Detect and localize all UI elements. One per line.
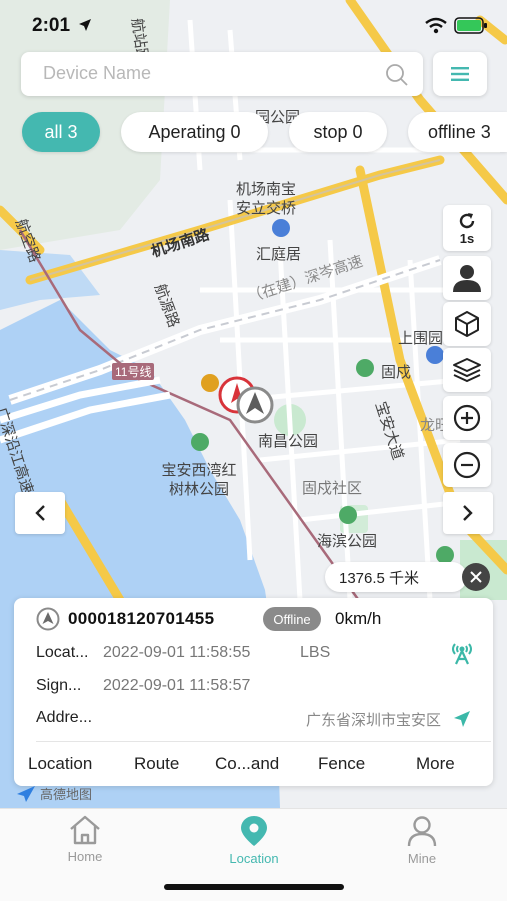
action-more[interactable]: More [416,754,455,774]
map-label: 固戍 [381,364,412,381]
map-layers-button[interactable] [443,348,491,392]
tab-home[interactable]: Home [30,815,140,864]
device-speed: 0km/h [335,609,382,628]
location-label: Locat... [36,644,89,661]
search-bar [21,52,423,96]
map-label: 机场南宝 [236,181,297,198]
address-value: 广东省深圳市宝安区 [306,712,442,729]
location-type: LBS [300,644,331,661]
map-label: 南昌公园 [258,433,319,450]
filter-offline[interactable]: offline 3 [408,112,507,152]
status-time: 2:01 [32,15,71,36]
search-input[interactable] [41,62,385,85]
location-pin-icon [241,816,267,846]
chevron-left-icon [35,505,45,521]
menu-icon [451,67,469,81]
tab-location[interactable]: Location [199,815,309,866]
map-label: 海滨公园 [317,533,378,550]
location-time: 2022-09-01 11:58:55 [103,644,251,661]
user-icon [407,816,437,847]
person-button[interactable] [443,256,491,300]
amap-logo-icon [17,785,35,802]
refresh-button[interactable]: 1s [443,205,491,251]
metro-line-label: 11号线 [112,363,155,380]
map-label: 汇庭居 [256,246,302,263]
chevron-right-icon [463,505,473,521]
wifi-icon [425,17,447,34]
zoom-in-icon [453,404,481,432]
zoom-out-icon [453,451,481,479]
close-icon [470,571,482,583]
tab-mine-label: Mine [407,851,437,866]
action-command[interactable]: Co...and [215,754,279,774]
home-indicator [164,884,344,890]
zoom-in-button[interactable] [443,396,491,440]
next-device-button[interactable] [443,492,493,534]
zoom-out-button[interactable] [443,443,491,487]
action-route[interactable]: Route [134,754,179,774]
home-icon [70,815,100,845]
battery-icon [454,17,487,34]
marker-gas-icon [201,374,219,392]
map-logo-text: 高德地图 [40,787,93,802]
search-icon[interactable] [385,63,409,87]
layers-icon [453,358,481,383]
tab-location-label: Location [229,851,279,866]
signal-time: 2022-09-01 11:58:57 [103,677,251,694]
map-logo: 高德地图 [16,784,92,803]
menu-button[interactable] [433,52,487,96]
map-scale: 1376.5 千米 [325,562,467,592]
close-scale-button[interactable] [462,563,490,591]
filter-all[interactable]: all 3 [22,112,100,152]
signal-tower-icon[interactable] [449,640,475,666]
action-location[interactable]: Location [28,754,92,774]
map-label: 固戍社区 [302,480,363,497]
person-icon [453,265,481,292]
action-fence[interactable]: Fence [318,754,365,774]
map-label: 宝安西湾红树林公园 [161,462,237,498]
refresh-icon [459,212,475,228]
map-label: 上围园 [398,330,444,347]
tab-home-label: Home [67,849,103,864]
cube-icon [455,311,479,337]
filter-stop[interactable]: stop 0 [289,112,387,152]
status-badge: Offline [263,607,321,631]
3d-view-button[interactable] [443,302,491,346]
prev-device-button[interactable] [15,492,65,534]
signal-label: Sign... [36,677,82,694]
address-label: Addre... [36,709,93,726]
card-divider [36,741,491,742]
refresh-interval: 1s [459,230,475,246]
status-bar: 2:01 [0,0,507,48]
device-id: 000018120701455 [68,609,215,628]
location-arrow-icon [79,19,91,31]
map-label: 安立交桥 [236,200,297,217]
tab-mine[interactable]: Mine [367,815,477,866]
device-status-icon [36,607,60,631]
filter-operating[interactable]: Aperating 0 [121,112,268,152]
navigate-icon[interactable] [452,709,472,729]
